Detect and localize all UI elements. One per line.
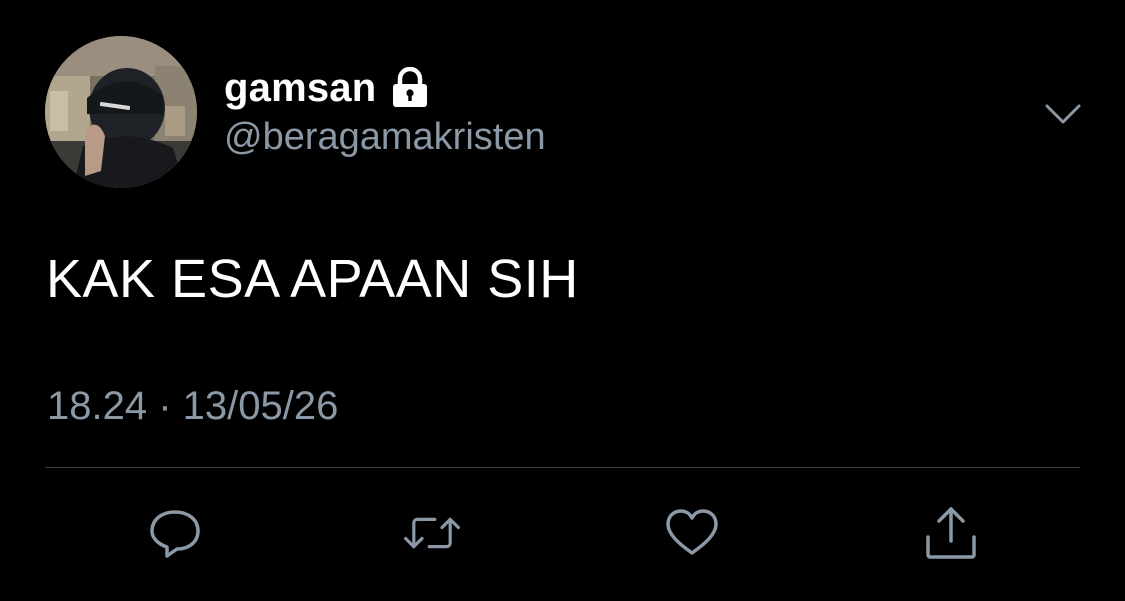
- more-options-button[interactable]: [1043, 100, 1083, 128]
- divider: [45, 467, 1080, 468]
- retweet-icon: [404, 517, 460, 549]
- heart-icon: [666, 509, 718, 555]
- avatar-photo: [45, 36, 197, 188]
- display-name[interactable]: gamsan: [224, 66, 376, 111]
- reply-button[interactable]: [145, 505, 205, 561]
- tweet-text: KAK ESA APAAN SIH: [46, 249, 579, 309]
- share-icon: [926, 507, 976, 559]
- reply-icon: [150, 510, 200, 558]
- avatar[interactable]: [45, 36, 197, 188]
- share-button[interactable]: [921, 505, 981, 561]
- tweet: gamsan @beragamakristen KAK ESA APAAN SI…: [0, 0, 1125, 601]
- retweet-button[interactable]: [402, 505, 462, 561]
- lock-icon: [390, 66, 430, 109]
- username-handle[interactable]: @beragamakristen: [224, 116, 546, 159]
- author-name-row: gamsan: [224, 62, 430, 114]
- tweet-timestamp[interactable]: 18.24 · 13/05/26: [47, 384, 338, 429]
- chevron-down-icon: [1045, 104, 1081, 124]
- like-button[interactable]: [662, 505, 722, 561]
